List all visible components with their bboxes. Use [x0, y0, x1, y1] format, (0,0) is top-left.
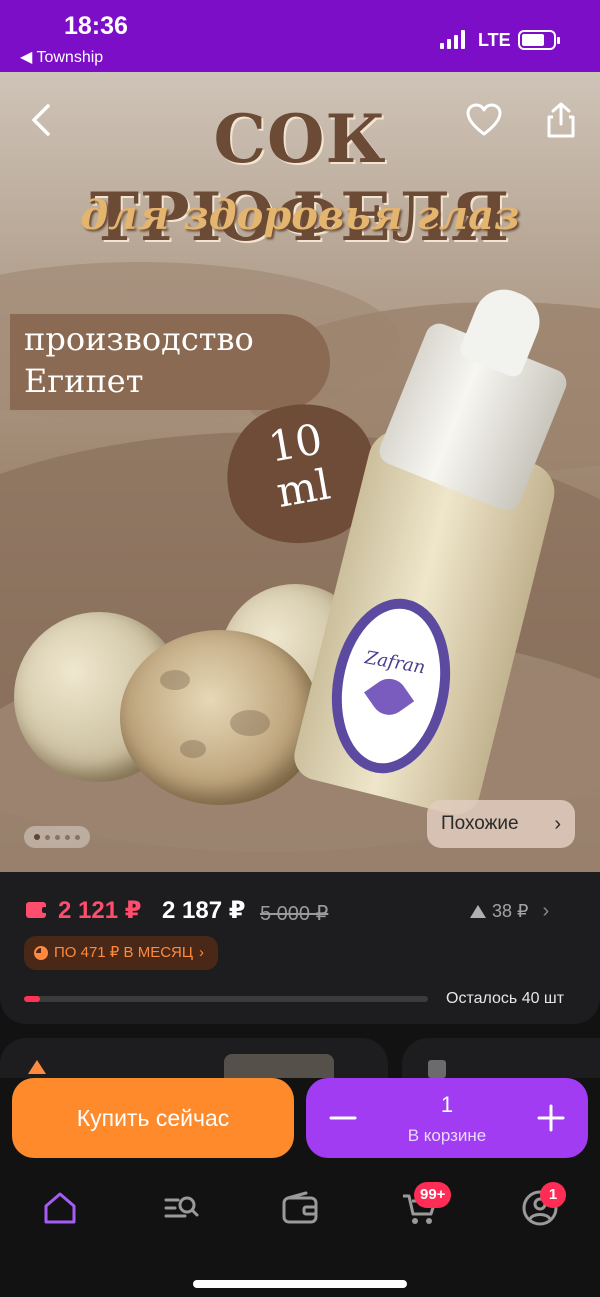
decrease-quantity-button[interactable] — [308, 1078, 378, 1158]
card-price: 2 121 ₽ — [58, 897, 142, 924]
bottom-tab-bar: 99+ 1 — [0, 1170, 600, 1297]
tab-home[interactable] — [40, 1188, 80, 1228]
chevron-right-icon: › — [198, 944, 204, 961]
origin-banner: производство Египет — [10, 314, 330, 410]
questions-card[interactable] — [402, 1038, 600, 1078]
network-type: LTE — [478, 30, 511, 50]
signal-icon — [440, 29, 465, 49]
origin-line-2: Египет — [24, 362, 144, 400]
battery-icon — [518, 30, 560, 50]
home-indicator — [193, 1280, 407, 1288]
tab-catalog[interactable] — [161, 1188, 201, 1228]
stock-remaining: Осталось 40 шт — [446, 990, 565, 1007]
cart-badge: 99+ — [414, 1182, 452, 1208]
stock-progress-bar — [24, 996, 428, 1002]
increase-quantity-button[interactable] — [516, 1078, 586, 1158]
truffle-image — [120, 630, 320, 805]
cart-quantity: 1 — [440, 1092, 454, 1117]
chevron-right-icon: › — [542, 900, 550, 922]
review-photos — [224, 1054, 334, 1078]
origin-line-1: производство — [24, 320, 254, 358]
triangle-up-icon — [470, 905, 486, 918]
minus-icon — [329, 1116, 357, 1120]
back-to-app-link[interactable]: ◀ Township — [20, 47, 103, 67]
share-button[interactable] — [541, 100, 581, 140]
plus-icon — [537, 1104, 565, 1132]
heart-icon — [466, 103, 502, 136]
gallery-pagination — [24, 826, 90, 848]
cart-quantity-control: 1 В корзине — [306, 1078, 588, 1158]
wallet-card-icon — [26, 902, 49, 918]
tab-wallet[interactable] — [280, 1188, 320, 1228]
price-card: 2 121 ₽ 2 187 ₽ 5 000 ₽ 38 ₽ › ПО 471 ₽ В… — [0, 872, 600, 1024]
back-button[interactable] — [22, 100, 62, 140]
stock-progress-fill — [24, 996, 41, 1002]
old-price: 5 000 ₽ — [260, 903, 329, 925]
regular-price: 2 187 ₽ — [162, 897, 246, 924]
price-change: 38 ₽ — [492, 901, 529, 921]
catalog-search-icon — [164, 1196, 199, 1218]
star-icon — [28, 1060, 46, 1074]
bottle-brand: Zafran — [363, 646, 427, 678]
in-cart-label: В корзине — [407, 1126, 487, 1145]
product-page: 18:36 ◀ Township LTE СОК ТРЮФЕЛЯ для здо… — [0, 0, 600, 1297]
pie-chart-icon — [34, 946, 48, 960]
chevron-left-icon — [32, 104, 50, 136]
similar-label: Похожие — [441, 813, 519, 834]
favorite-button[interactable] — [464, 100, 504, 140]
status-bar: 18:36 ◀ Township LTE — [0, 0, 600, 72]
installment-label: ПО 471 ₽ В МЕСЯЦ — [54, 944, 193, 961]
image-subtitle: для здоровья глаз — [80, 192, 520, 239]
status-time: 18:36 — [64, 12, 128, 40]
question-icon — [428, 1060, 446, 1078]
similar-button[interactable]: Похожие › — [427, 800, 575, 848]
home-icon — [44, 1192, 76, 1224]
installment-button[interactable]: ПО 471 ₽ В МЕСЯЦ › — [24, 936, 218, 970]
saffron-flower-icon — [364, 671, 415, 722]
chevron-right-icon: › — [554, 813, 561, 835]
buy-now-button[interactable]: Купить сейчас — [12, 1078, 294, 1158]
reviews-card[interactable] — [0, 1038, 388, 1078]
product-image-gallery[interactable]: СОК ТРЮФЕЛЯ для здоровья глаз производст… — [0, 72, 600, 872]
profile-badge: 1 — [540, 1182, 566, 1208]
price-change-button[interactable]: 38 ₽ › — [470, 900, 549, 923]
share-icon — [547, 102, 575, 138]
wallet-icon — [282, 1191, 318, 1224]
